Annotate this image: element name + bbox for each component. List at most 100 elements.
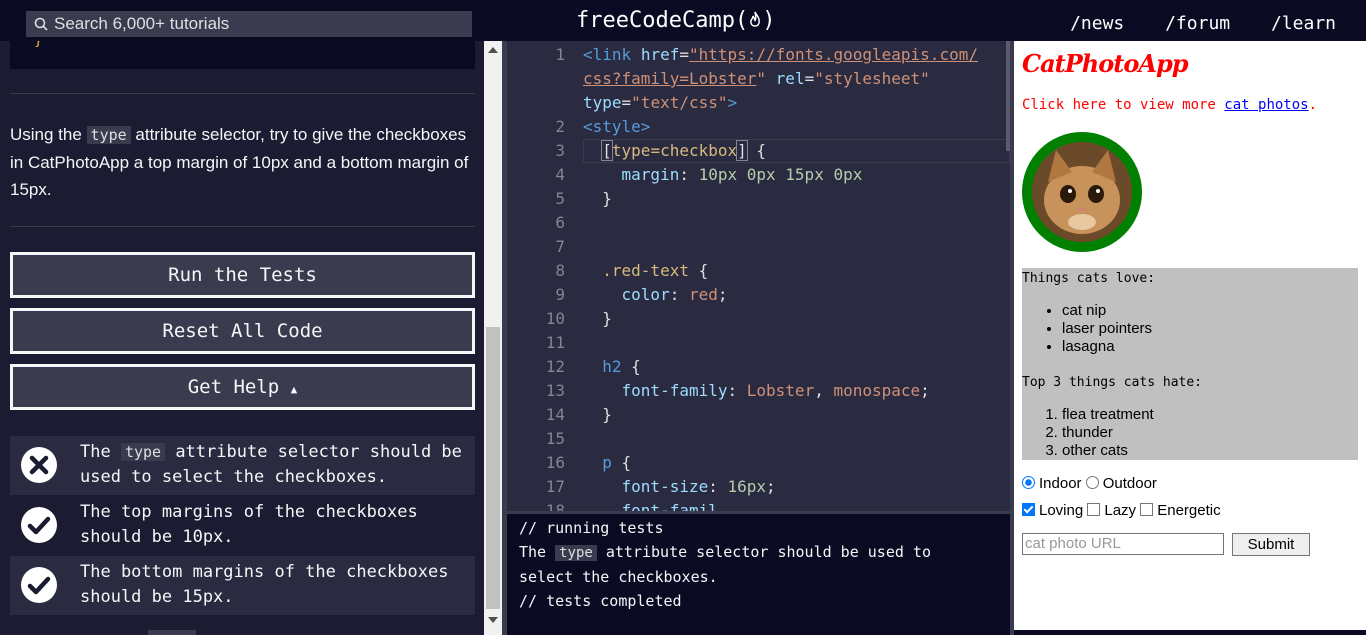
instructions-scrollbar[interactable] — [484, 41, 502, 635]
code-line: .red-text { — [602, 261, 709, 280]
console-line: The type attribute selector should be us… — [519, 540, 998, 565]
test-text: The bottom margins of the checkboxes sho… — [80, 562, 449, 607]
checkbox-label[interactable]: Lazy — [1104, 502, 1136, 519]
code-snippet: } — [10, 41, 475, 69]
radio-label[interactable]: Indoor — [1039, 475, 1082, 492]
love-list: cat nip laser pointers lasagna — [1044, 302, 1152, 356]
preview-link-paragraph: Click here to view more cat photos. — [1022, 97, 1317, 113]
code-line: <style> — [583, 117, 651, 136]
outdoor-radio[interactable] — [1085, 476, 1099, 489]
radio-row: Indoor Outdoor — [1022, 475, 1157, 492]
code-line: } — [583, 405, 612, 424]
test-item: The top margins of the checkboxes should… — [10, 496, 475, 555]
submit-button[interactable]: Submit — [1232, 533, 1310, 556]
test-code: type — [120, 443, 166, 461]
pass-check-icon — [21, 507, 57, 543]
console-line: // tests completed — [519, 592, 682, 610]
cat-photos-link[interactable]: cat photos — [1224, 97, 1308, 113]
indoor-radio[interactable] — [1022, 476, 1035, 489]
run-tests-button[interactable]: Run the Tests — [10, 252, 475, 298]
list-item: lasagna — [1062, 338, 1152, 356]
loving-checkbox[interactable] — [1022, 503, 1035, 516]
code-line: css?family=Lobster" rel="stylesheet" — [583, 69, 930, 88]
search-icon — [34, 17, 48, 31]
reset-code-button[interactable]: Reset All Code — [10, 308, 475, 354]
nav-link-forum[interactable]: /forum — [1165, 13, 1230, 34]
nav-link-news[interactable]: /news — [1070, 13, 1124, 34]
code-line: color: red; — [621, 285, 728, 304]
line-number: 1 — [555, 45, 565, 64]
console-text: attribute selector should be used to — [596, 543, 931, 561]
line-number: 4 — [555, 165, 565, 184]
preview-pane: CatPhotoApp Click here to view more cat … — [1014, 41, 1366, 630]
line-number: 17 — [545, 477, 565, 496]
line-number: 16 — [545, 453, 565, 472]
pass-check-icon — [21, 567, 57, 603]
link-text: Click here to view more — [1022, 97, 1225, 113]
get-help-button[interactable]: Get Help ▲ — [10, 364, 475, 410]
checkbox-label[interactable]: Energetic — [1157, 502, 1220, 519]
code-line: type="text/css"> — [583, 93, 738, 112]
line-number: 7 — [555, 237, 565, 256]
test-text: The — [80, 442, 121, 462]
test-item: The bottom margins of the checkboxes sho… — [10, 556, 475, 615]
line-number: 11 — [545, 333, 565, 352]
preview-title: CatPhotoApp — [1022, 49, 1189, 78]
code-line: font-famil — [621, 501, 718, 511]
list-item: flea treatment — [1062, 406, 1154, 424]
cat-photo-url-input[interactable]: cat photo URL — [1022, 533, 1224, 555]
nav-link-learn[interactable]: /learn — [1271, 13, 1336, 34]
line-number: 12 — [545, 357, 565, 376]
horizontal-scroll-thumb[interactable] — [148, 630, 196, 635]
line-gutter: 1 2 3 4 5 6 7 8 9 10 11 12 13 14 15 16 1… — [507, 41, 565, 511]
console-text: The — [519, 543, 556, 561]
flame-icon: () — [734, 8, 776, 33]
desc-text: Using the — [10, 125, 87, 144]
line-number: 2 — [555, 117, 565, 136]
scroll-up-icon[interactable] — [488, 47, 498, 53]
code-line: p { — [602, 453, 632, 472]
caret-up-icon: ▲ — [290, 383, 298, 396]
energetic-checkbox[interactable] — [1140, 503, 1154, 516]
line-number: 13 — [545, 381, 565, 400]
challenge-description: Using the type attribute selector, try t… — [10, 121, 470, 203]
hate-heading: Top 3 things cats hate: — [1022, 375, 1203, 390]
divider — [10, 226, 475, 227]
cat-photo — [1032, 142, 1132, 242]
line-number: 5 — [555, 189, 565, 208]
love-heading: Things cats love: — [1022, 271, 1156, 286]
link-text: . — [1308, 97, 1318, 113]
radio-label[interactable]: Outdoor — [1103, 475, 1157, 492]
search-input[interactable]: Search 6,000+ tutorials — [26, 11, 472, 37]
line-number: 14 — [545, 405, 565, 424]
code-line: } — [583, 189, 612, 208]
code-editor[interactable]: 1 2 3 4 5 6 7 8 9 10 11 12 13 14 15 16 1… — [507, 41, 1010, 511]
instructions-panel: } Using the type attribute selector, try… — [0, 41, 484, 635]
divider — [10, 93, 475, 94]
code-line: margin: 10px 0px 15px 0px — [621, 165, 863, 184]
test-text: The top margins of the checkboxes should… — [80, 502, 418, 547]
console-code: type — [555, 545, 597, 561]
scrollbar-thumb[interactable] — [486, 327, 500, 609]
checkbox-label[interactable]: Loving — [1039, 502, 1083, 519]
lazy-checkbox[interactable] — [1087, 503, 1101, 516]
cat-image[interactable] — [1022, 132, 1142, 252]
lists-container: Things cats love: cat nip laser pointers… — [1022, 268, 1358, 460]
line-number: 15 — [545, 429, 565, 448]
list-item: laser pointers — [1062, 320, 1152, 338]
hate-list: flea treatment thunder other cats — [1044, 406, 1154, 460]
fcc-logo[interactable]: freeCodeCamp() — [576, 8, 775, 33]
logo-text: freeCodeCamp — [576, 8, 735, 33]
get-help-label: Get Help — [187, 376, 280, 398]
code-line: font-size: 16px; — [621, 477, 776, 496]
snippet-brace: } — [34, 41, 43, 49]
code-line: <link href="https://fonts.googleapis.com… — [583, 45, 978, 64]
list-item: thunder — [1062, 424, 1154, 442]
code-line: [type=checkbox] { — [601, 140, 767, 161]
line-number: 8 — [555, 261, 565, 280]
line-number: 6 — [555, 213, 565, 232]
console-line: // running tests — [519, 519, 664, 537]
scroll-down-icon[interactable] — [488, 617, 498, 623]
output-console: // running tests The type attribute sele… — [507, 511, 1010, 635]
checkbox-row: Loving Lazy Energetic — [1022, 502, 1221, 519]
